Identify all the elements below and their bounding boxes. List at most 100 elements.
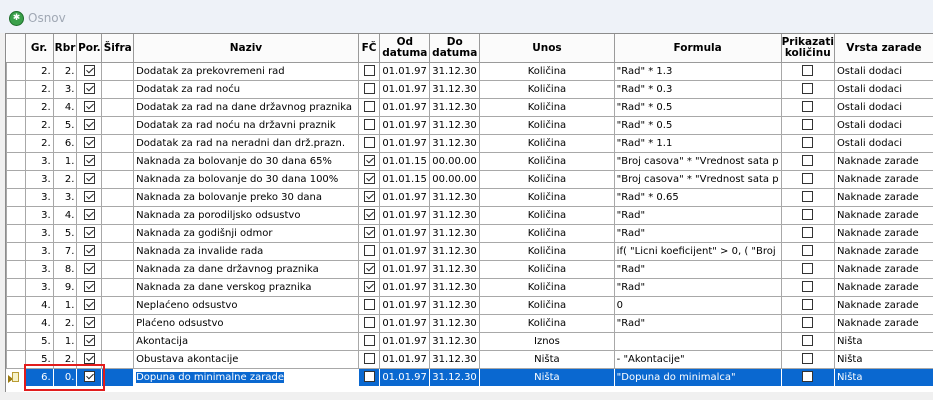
- table-row[interactable]: 2. 4. Dodatak za rad na dane državnog praz…: [6, 98, 933, 117]
- cell-naziv[interactable]: Dodatak za prekovremeni rad: [133, 62, 359, 81]
- cell-do-datuma[interactable]: 31.12.30: [429, 314, 481, 333]
- checkbox[interactable]: [802, 119, 814, 130]
- cell-gr[interactable]: 2.: [24, 116, 54, 135]
- cell-naziv[interactable]: Naknada za bolovanje do 30 dana 100%: [133, 170, 359, 189]
- checkbox[interactable]: [363, 245, 375, 256]
- checkbox[interactable]: [802, 227, 814, 238]
- cell-vrsta-zarade[interactable]: Naknade zarade: [833, 260, 933, 279]
- cell-do-datuma[interactable]: 00.00.00: [429, 170, 481, 189]
- cell-do-datuma[interactable]: 31.12.30: [429, 206, 481, 225]
- cell-sifra[interactable]: [101, 224, 135, 243]
- cell-unos[interactable]: Količina: [479, 116, 615, 135]
- row-indicator[interactable]: [6, 350, 26, 369]
- checkbox[interactable]: [363, 227, 375, 238]
- cell-gr[interactable]: 3.: [24, 170, 54, 189]
- cell-od-datuma[interactable]: 01.01.97: [379, 224, 431, 243]
- row-indicator[interactable]: [6, 278, 26, 297]
- cell-prikazati-kolicinu[interactable]: [780, 80, 835, 99]
- cell-formula[interactable]: "Rad": [613, 314, 782, 333]
- checkbox[interactable]: [802, 155, 814, 166]
- cell-od-datuma[interactable]: 01.01.15: [379, 152, 431, 171]
- cell-od-datuma[interactable]: 01.01.15: [379, 170, 431, 189]
- cell-rbr[interactable]: 1.: [52, 152, 78, 171]
- cell-prikazati-kolicinu[interactable]: [780, 260, 835, 279]
- cell-prikazati-kolicinu[interactable]: [780, 206, 835, 225]
- data-grid[interactable]: Gr. Rbr Por. Šifra Naziv FČ Od datuma Do d…: [5, 33, 933, 393]
- cell-sifra[interactable]: [101, 62, 135, 81]
- cell-do-datuma[interactable]: 31.12.30: [429, 296, 481, 315]
- row-indicator[interactable]: [6, 170, 26, 189]
- checkbox[interactable]: [802, 83, 814, 94]
- cell-formula[interactable]: "Rad": [613, 206, 782, 225]
- cell-fc[interactable]: [357, 62, 381, 81]
- cell-unos[interactable]: Količina: [479, 152, 615, 171]
- cell-vrsta-zarade[interactable]: Naknade zarade: [833, 242, 933, 261]
- cell-por[interactable]: [76, 350, 103, 369]
- cell-formula[interactable]: 0: [613, 296, 782, 315]
- cell-prikazati-kolicinu[interactable]: [780, 242, 835, 261]
- col-header-rbr[interactable]: Rbr: [53, 34, 78, 63]
- cell-por[interactable]: [76, 368, 103, 387]
- checkbox[interactable]: [83, 299, 95, 310]
- cell-sifra[interactable]: [101, 242, 135, 261]
- cell-gr[interactable]: 5.: [24, 350, 54, 369]
- cell-vrsta-zarade[interactable]: Naknade zarade: [833, 152, 933, 171]
- checkbox[interactable]: [83, 317, 95, 328]
- cell-rbr[interactable]: 0.: [52, 368, 78, 387]
- cell-rbr[interactable]: 3.: [52, 80, 78, 99]
- cell-od-datuma[interactable]: 01.01.97: [379, 116, 431, 135]
- table-row[interactable]: 3. 2. Naknada za bolovanje do 30 dana 100%…: [6, 170, 933, 189]
- cell-gr[interactable]: 6.: [24, 368, 54, 387]
- cell-vrsta-zarade[interactable]: Naknade zarade: [833, 206, 933, 225]
- checkbox[interactable]: [363, 137, 375, 148]
- table-row[interactable]: 2. 5. Dodatak za rad noću na državni prazn…: [6, 116, 933, 135]
- row-indicator[interactable]: [6, 296, 26, 315]
- table-row[interactable]: 2. 3. Dodatak za rad noću 01.01.97 31.12.30 K…: [6, 80, 933, 99]
- col-header-naziv[interactable]: Naziv: [133, 34, 359, 63]
- checkbox[interactable]: [83, 119, 95, 130]
- cell-vrsta-zarade[interactable]: Ništa: [833, 332, 933, 351]
- cell-sifra[interactable]: [101, 80, 135, 99]
- cell-od-datuma[interactable]: 01.01.97: [379, 188, 431, 207]
- checkbox[interactable]: [83, 101, 95, 112]
- cell-rbr[interactable]: 5.: [52, 224, 78, 243]
- cell-formula[interactable]: "Rad" * 0.65: [613, 188, 782, 207]
- cell-vrsta-zarade[interactable]: Naknade zarade: [833, 296, 933, 315]
- row-indicator[interactable]: [6, 206, 26, 225]
- cell-do-datuma[interactable]: 31.12.30: [429, 350, 481, 369]
- cell-rbr[interactable]: 3.: [52, 188, 78, 207]
- checkbox[interactable]: [83, 335, 95, 346]
- table-row[interactable]: 3. 1. Naknada za bolovanje do 30 dana 65% 0…: [6, 152, 933, 171]
- cell-formula[interactable]: [613, 332, 782, 351]
- checkbox[interactable]: [83, 83, 95, 94]
- cell-rbr[interactable]: 4.: [52, 206, 78, 225]
- cell-naziv[interactable]: Dodatak za rad na neradni dan drž.prazn.: [133, 134, 359, 153]
- checkbox[interactable]: [802, 335, 814, 346]
- cell-sifra[interactable]: [101, 188, 135, 207]
- cell-sifra[interactable]: [101, 368, 135, 387]
- cell-sifra[interactable]: [101, 116, 135, 135]
- cell-prikazati-kolicinu[interactable]: [780, 98, 835, 117]
- cell-fc[interactable]: [357, 152, 381, 171]
- cell-sifra[interactable]: [101, 134, 135, 153]
- cell-od-datuma[interactable]: 01.01.97: [379, 80, 431, 99]
- col-header-prikazati-kolicinu[interactable]: Prikazati količinu: [781, 34, 835, 63]
- cell-sifra[interactable]: [101, 278, 135, 297]
- checkbox[interactable]: [363, 83, 375, 94]
- checkbox[interactable]: [363, 173, 375, 184]
- cell-naziv[interactable]: Naknada za dane državnog praznika: [133, 260, 359, 279]
- cell-sifra[interactable]: [101, 170, 135, 189]
- cell-gr[interactable]: 3.: [24, 278, 54, 297]
- cell-rbr[interactable]: 4.: [52, 98, 78, 117]
- cell-gr[interactable]: 3.: [24, 152, 54, 171]
- table-row[interactable]: 3. 4. Naknada za porodiljsko odsustvo 01.01…: [6, 206, 933, 225]
- cell-sifra[interactable]: [101, 350, 135, 369]
- cell-formula[interactable]: "Broj casova" * "Vrednost sata p: [613, 152, 782, 171]
- cell-unos[interactable]: Količina: [479, 242, 615, 261]
- row-indicator[interactable]: [6, 314, 26, 333]
- cell-por[interactable]: [76, 170, 103, 189]
- table-row[interactable]: 3. 3. Naknada za bolovanje preko 30 dana 01…: [6, 188, 933, 207]
- cell-vrsta-zarade[interactable]: Naknade zarade: [833, 314, 933, 333]
- cell-do-datuma[interactable]: 31.12.30: [429, 116, 481, 135]
- checkbox[interactable]: [363, 371, 375, 382]
